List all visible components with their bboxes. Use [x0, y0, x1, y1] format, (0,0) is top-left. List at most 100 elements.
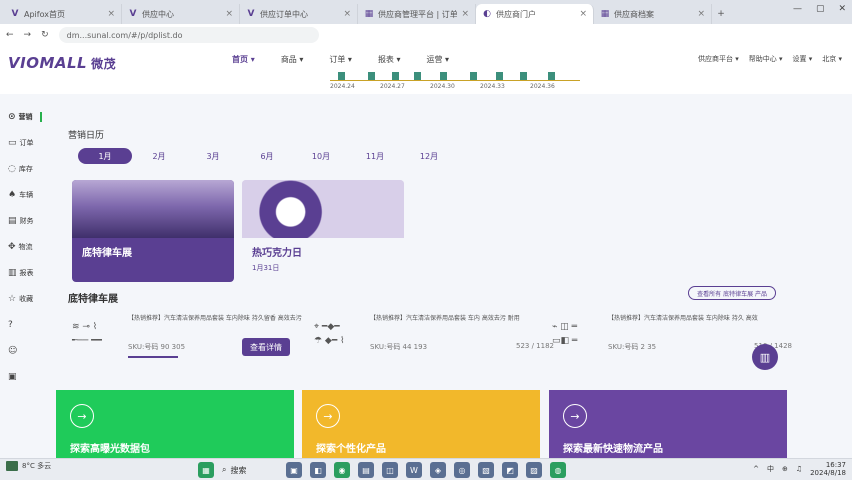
url-field[interactable]: dm...sunal.com/#/p/dplist.do	[58, 27, 319, 43]
sidebar-item-inventory[interactable]: ◌ 库存	[0, 156, 48, 182]
month-tab[interactable]: 10月	[294, 148, 348, 164]
user-menu-item[interactable]: 北京 ▾	[822, 54, 842, 64]
close-icon[interactable]: ×	[697, 9, 705, 19]
app-icon[interactable]: ◩	[502, 462, 518, 478]
maximize-icon[interactable]: ▢	[816, 4, 825, 14]
sidebar-item-qr[interactable]: ▣	[0, 364, 48, 390]
sidebar-item-marketing[interactable]: ⊙ 营销	[0, 104, 48, 130]
browser-tab[interactable]: ▦ 供应商管理平台 | 订单 ×	[358, 4, 476, 24]
ime-icon[interactable]: 中	[767, 464, 774, 474]
reload-icon[interactable]: ↻	[41, 30, 49, 40]
event-card-detroit[interactable]: 底特律车展	[72, 180, 234, 282]
timeline-label: 2024.30	[430, 83, 455, 90]
user-menu-item[interactable]: 帮助中心 ▾	[749, 54, 783, 64]
user-menu-item[interactable]: 供应商平台 ▾	[698, 54, 739, 64]
weather-widget[interactable]: 8°C 多云	[6, 461, 51, 471]
app-icon[interactable]: ◍	[550, 462, 566, 478]
timeline-marker	[496, 72, 503, 80]
close-window-icon[interactable]: ✕	[838, 4, 846, 14]
product-image: ⌁ ◫ ═ ▭◧ ═	[552, 322, 578, 346]
menu-item-ops[interactable]: 运营 ▾	[427, 54, 450, 65]
timeline-marker	[392, 72, 399, 80]
arrow-right-icon: →	[563, 404, 587, 428]
menu-item-products[interactable]: 商品 ▾	[281, 54, 304, 65]
sidebar-item-label: 财务	[19, 217, 34, 225]
view-all-button[interactable]: 查看所有 底特律车展 产品	[688, 286, 776, 300]
menu-item-home[interactable]: 首页 ▾	[232, 54, 255, 65]
user-menu-item[interactable]: 设置 ▾	[793, 54, 813, 64]
product-image: ⌖ ━◆━ ☂ ◆━ ⌇	[314, 322, 345, 346]
product-item[interactable]: ≋ ⊸ ⌇ ╾── ━━ 【热销推荐】汽车清洁保养用品套装 车内除味 持久留香 高…	[72, 314, 312, 362]
app-icon[interactable]: ◎	[454, 462, 470, 478]
sidebar-item-reports[interactable]: ▥ 报表	[0, 260, 48, 286]
new-tab-button[interactable]: +	[712, 4, 730, 24]
browser-tab[interactable]: V 供应中心 ×	[122, 4, 240, 24]
sidebar-item-label: 收藏	[19, 295, 34, 303]
browser-tab-active[interactable]: ◐ 供应商门户 ×	[476, 4, 594, 24]
forward-icon[interactable]: →	[24, 30, 32, 40]
browser-tab[interactable]: ▦ 供应商档案 ×	[594, 4, 712, 24]
app-icon[interactable]: ▤	[358, 462, 374, 478]
qr-icon: ▣	[8, 372, 17, 382]
app-icon[interactable]: ▣	[286, 462, 302, 478]
month-tab[interactable]: 11月	[348, 148, 402, 164]
app-icon[interactable]: W	[406, 462, 422, 478]
tab-favicon-icon: ▦	[600, 9, 610, 19]
banner-data-pack[interactable]: → 探索高曝光数据包	[56, 390, 294, 460]
close-icon[interactable]: ×	[343, 9, 351, 19]
app-icon[interactable]: ◧	[310, 462, 326, 478]
month-tab[interactable]: 6月	[240, 148, 294, 164]
start-icon[interactable]: ▦	[198, 462, 214, 478]
weather-icon	[6, 461, 18, 471]
view-details-button[interactable]: 查看详情	[242, 338, 290, 356]
sidebar-item-orders[interactable]: ▭ 订单	[0, 130, 48, 156]
app-icon[interactable]: ◈	[430, 462, 446, 478]
network-icon[interactable]: ⊕	[782, 465, 788, 473]
month-tab[interactable]: 12月	[402, 148, 456, 164]
brand-logo[interactable]: VIOMALL 微茂	[8, 54, 116, 72]
weather-text: 8°C 多云	[22, 462, 52, 470]
month-tab[interactable]: 2月	[132, 148, 186, 164]
month-tab[interactable]: 1月	[78, 148, 132, 164]
app-icon[interactable]: ◫	[382, 462, 398, 478]
sidebar-item-favorites[interactable]: ☆ 收藏	[0, 286, 48, 312]
timeline-marker	[368, 72, 375, 80]
sidebar-item-help[interactable]: ?	[0, 312, 48, 338]
close-icon[interactable]: ×	[579, 9, 587, 19]
app-icon[interactable]: ▨	[526, 462, 542, 478]
sidebar-item-label: 报表	[19, 269, 34, 277]
report-icon: ▥	[8, 268, 17, 278]
browser-tab[interactable]: V 供应订单中心 ×	[240, 4, 358, 24]
banner-personalized[interactable]: → 探索个性化产品	[302, 390, 540, 460]
sku-underline	[128, 356, 178, 358]
tray-expand-icon[interactable]: ^	[753, 465, 759, 473]
back-icon[interactable]: ←	[6, 30, 14, 40]
product-desc: 【热销推荐】汽车清洁保养用品套装 车内除味 持久 高效	[608, 315, 758, 322]
close-icon[interactable]: ×	[225, 9, 233, 19]
banner-title: 探索高曝光数据包	[70, 444, 150, 455]
sidebar-item-finance[interactable]: ▤ 财务	[0, 208, 48, 234]
app-icon[interactable]: ◉	[334, 462, 350, 478]
window-controls: — ▢ ✕	[793, 4, 846, 14]
sidebar-item-service[interactable]: ☺	[0, 338, 48, 364]
browser-tab[interactable]: V Apifox首页 ×	[4, 4, 122, 24]
sidebar-item-vehicle[interactable]: ♠ 车辆	[0, 182, 48, 208]
taskbar-search[interactable]: ⌕ 搜索	[222, 462, 278, 478]
product-sku: SKU:号码 2 35	[608, 343, 657, 351]
minimize-icon[interactable]: —	[793, 4, 802, 14]
menu-item-reports[interactable]: 报表 ▾	[378, 54, 401, 65]
app-icon[interactable]: ▧	[478, 462, 494, 478]
banner-logistics[interactable]: → 探索最新快速物流产品	[549, 390, 787, 460]
menu-item-orders[interactable]: 订单 ▾	[329, 54, 352, 65]
close-icon[interactable]: ×	[461, 9, 469, 19]
close-icon[interactable]: ×	[107, 9, 115, 19]
sidebar-item-logistics[interactable]: ✥ 物流	[0, 234, 48, 260]
clock[interactable]: 16:37 2024/8/18	[810, 461, 846, 477]
banner-title: 探索个性化产品	[316, 444, 386, 455]
product-item[interactable]: ⌖ ━◆━ ☂ ◆━ ⌇ 【热销推荐】汽车清洁保养用品套装 车内 高效去污 耐用 …	[314, 314, 554, 362]
event-card-hot-chocolate[interactable]: 热巧克力日 1月31日	[242, 180, 404, 282]
logo-text: VIOMALL	[8, 54, 88, 72]
book-icon[interactable]: ▥	[752, 344, 778, 370]
volume-icon[interactable]: ♫	[796, 465, 802, 473]
month-tab[interactable]: 3月	[186, 148, 240, 164]
